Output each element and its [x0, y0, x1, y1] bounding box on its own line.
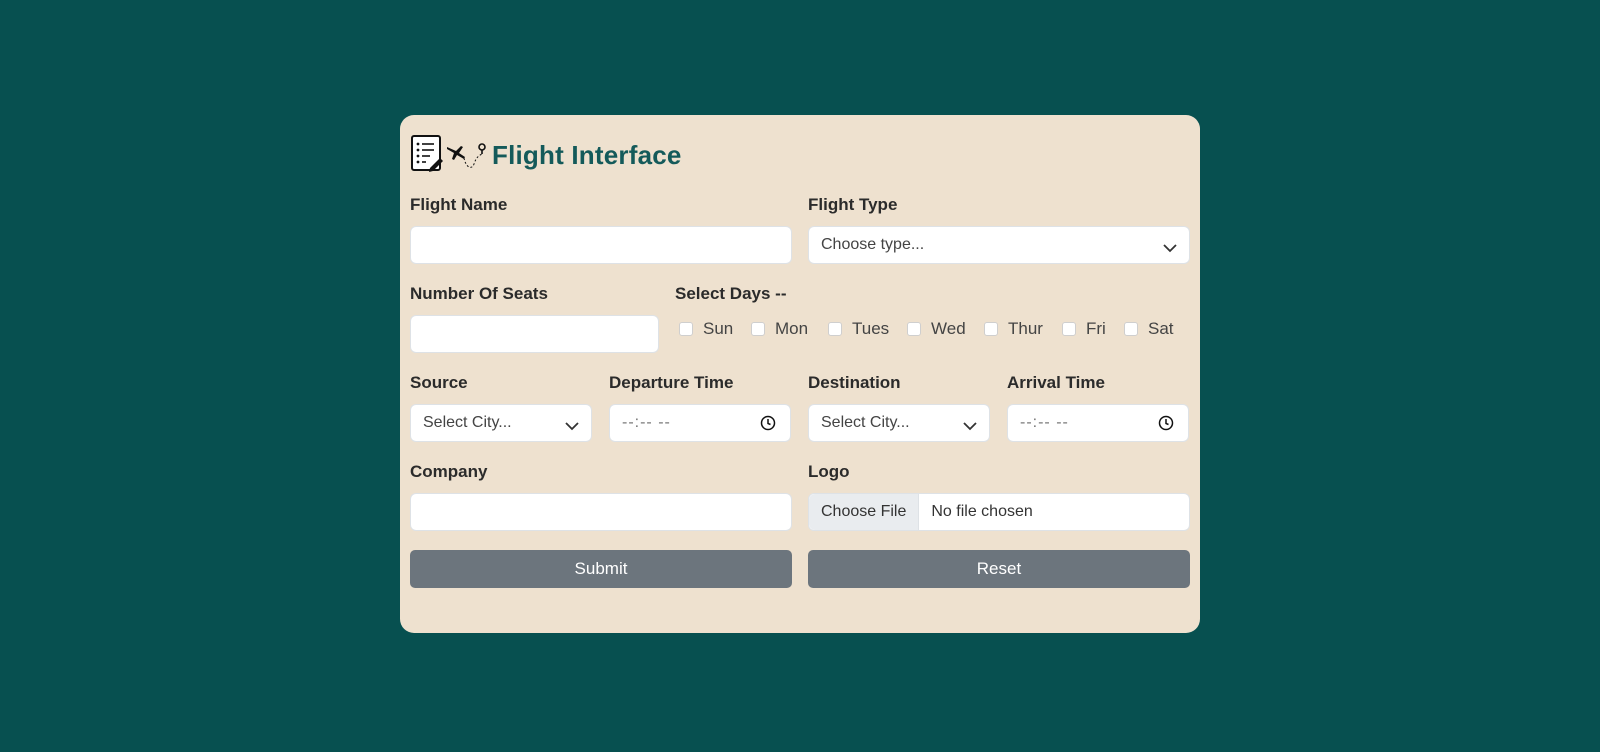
arrival-time-label: Arrival Time: [1007, 373, 1105, 392]
logo-label: Logo: [808, 462, 850, 481]
chevron-down-icon: [1163, 240, 1177, 258]
company-input[interactable]: [410, 493, 792, 531]
day-checkbox-thur[interactable]: Thur: [984, 319, 1043, 339]
day-checkbox-sat[interactable]: Sat: [1124, 319, 1174, 339]
checkbox[interactable]: [984, 322, 998, 336]
flight-path-icon: [444, 134, 488, 177]
submit-button[interactable]: Submit: [410, 550, 792, 588]
checklist-icon: [410, 134, 444, 177]
destination-value: Select City...: [821, 414, 910, 431]
destination-select[interactable]: Select City...: [808, 404, 990, 442]
destination-label: Destination: [808, 373, 901, 392]
day-label: Wed: [931, 319, 966, 338]
source-label: Source: [410, 373, 468, 392]
departure-time-input[interactable]: --:-- --: [609, 404, 791, 442]
day-checkbox-mon[interactable]: Mon: [751, 319, 808, 339]
page-title: Flight Interface: [492, 139, 682, 170]
day-checkbox-wed[interactable]: Wed: [907, 319, 966, 339]
checkbox[interactable]: [828, 322, 842, 336]
source-value: Select City...: [423, 414, 512, 431]
flight-type-label: Flight Type: [808, 195, 898, 214]
flight-name-label: Flight Name: [410, 195, 508, 214]
choose-file-button[interactable]: Choose File: [809, 494, 920, 530]
day-label: Thur: [1008, 319, 1043, 338]
day-checkbox-sun[interactable]: Sun: [679, 319, 733, 339]
checkbox[interactable]: [1124, 322, 1138, 336]
day-label: Fri: [1086, 319, 1106, 338]
clock-icon[interactable]: [1158, 415, 1174, 436]
flight-form-card: Flight Interface Flight Name Flight Type…: [400, 115, 1200, 633]
checkbox[interactable]: [679, 322, 693, 336]
seats-input[interactable]: [410, 315, 659, 353]
departure-time-label: Departure Time: [609, 373, 734, 392]
arrival-time-value: --:-- --: [1020, 414, 1069, 431]
day-checkbox-tues[interactable]: Tues: [828, 319, 889, 339]
reset-button[interactable]: Reset: [808, 550, 1190, 588]
chevron-down-icon: [565, 418, 579, 436]
departure-time-value: --:-- --: [622, 414, 671, 431]
chevron-down-icon: [963, 418, 977, 436]
checkbox[interactable]: [907, 322, 921, 336]
company-label: Company: [410, 462, 488, 481]
file-status: No file chosen: [931, 503, 1033, 520]
day-label: Sun: [703, 319, 734, 338]
source-select[interactable]: Select City...: [410, 404, 592, 442]
select-days-label: Select Days --: [675, 284, 787, 303]
seats-label: Number Of Seats: [410, 284, 548, 303]
flight-type-select[interactable]: Choose type...: [808, 226, 1190, 264]
checkbox[interactable]: [751, 322, 765, 336]
day-label: Mon: [775, 319, 809, 338]
day-checkbox-fri[interactable]: Fri: [1062, 319, 1106, 339]
checkbox[interactable]: [1062, 322, 1076, 336]
form-header: Flight Interface: [410, 134, 682, 177]
arrival-time-input[interactable]: --:-- --: [1007, 404, 1189, 442]
day-label: Tues: [852, 319, 890, 338]
flight-name-input[interactable]: [410, 226, 792, 264]
clock-icon[interactable]: [760, 415, 776, 436]
day-label: Sat: [1148, 319, 1174, 338]
flight-type-value: Choose type...: [821, 236, 925, 253]
logo-file-input[interactable]: Choose File No file chosen: [808, 493, 1190, 531]
